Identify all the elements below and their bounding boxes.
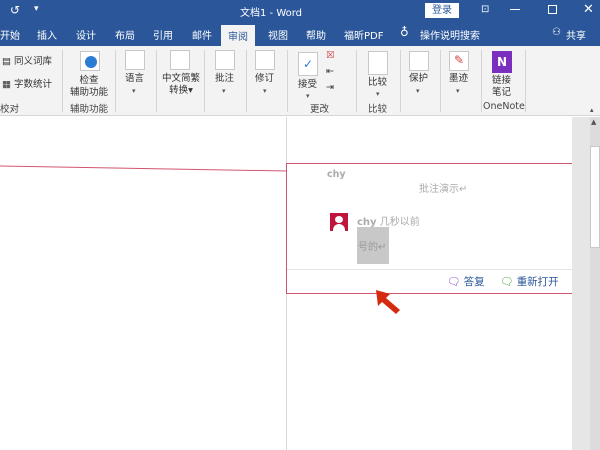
compare-icon — [368, 51, 388, 75]
collapse-ribbon-icon[interactable]: ▴ — [590, 106, 594, 114]
lightbulb-icon: ♁ — [400, 25, 409, 39]
language-icon — [125, 50, 145, 70]
comment-balloon[interactable]: chy 批注演示↵ chy 几秒以前 号的↵ 🗨 答复 🗨 重新打开 — [286, 163, 573, 294]
accept-icon: ✓ — [298, 52, 318, 76]
reply-icon: 🗨 — [447, 276, 461, 288]
thesaurus-label: 同义词库 — [14, 56, 53, 67]
ribbon-tabs: 开始 插入 设计 布局 引用 邮件 审阅 视图 帮助 福昕PDF ♁ 操作说明搜… — [0, 22, 600, 46]
reopen-button[interactable]: 🗨 重新打开 — [500, 274, 559, 289]
onenote-icon: N — [492, 51, 512, 73]
ribbon-display-icon[interactable]: ⊡ — [481, 4, 489, 15]
protect-button[interactable]: 保护 — [409, 73, 428, 85]
avatar — [330, 213, 348, 231]
ink-button[interactable]: 墨迹 — [449, 73, 468, 85]
title-bar: ↺ ▾ 文档1 - Word 登录 ⊡ ✕ — [0, 0, 600, 22]
ribbon: ▤ 同义词库 ▦ 字数统计 校对 检查 辅助功能 辅助功能 语言 ▾ 中文简繁 转换… — [0, 46, 600, 116]
scroll-up-icon[interactable]: ▲ — [591, 118, 596, 126]
accessibility-line1: 检查 — [79, 75, 99, 86]
ink-icon: ✎ — [449, 51, 469, 71]
chinese-line1: 中文简繁 — [162, 73, 201, 84]
word-count-button[interactable]: ▦ 字数统计 — [2, 79, 52, 91]
tell-me-search[interactable]: 操作说明搜索 — [420, 27, 480, 42]
language-button[interactable]: 语言 — [125, 73, 144, 85]
reply-highlight: 号的↵ — [357, 227, 389, 264]
thesaurus-button[interactable]: ▤ 同义词库 — [2, 56, 52, 68]
comment-text: 批注演示↵ — [419, 184, 468, 195]
comment-author: chy — [327, 169, 346, 180]
group-compare: 比较 — [368, 104, 388, 115]
tab-insert[interactable]: 插入 — [37, 27, 57, 42]
previous-change-icon[interactable]: ⇤ — [326, 66, 334, 78]
share-button[interactable]: 共享 — [566, 27, 586, 42]
accessibility-line2: 辅助功能 — [70, 87, 109, 98]
tab-foxit-pdf[interactable]: 福昕PDF — [344, 27, 383, 42]
login-button[interactable]: 登录 — [425, 3, 459, 18]
group-accessibility: 辅助功能 — [70, 104, 109, 115]
accessibility-icon — [80, 51, 100, 71]
chinese-conversion-icon — [170, 50, 190, 70]
protect-icon — [409, 51, 429, 71]
scrollbar-thumb[interactable] — [590, 146, 600, 248]
comment-icon — [215, 50, 235, 70]
group-onenote: OneNote — [483, 101, 525, 112]
tracking-button[interactable]: 修订 — [255, 73, 274, 85]
track-changes-icon — [255, 50, 275, 70]
onenote-line2: 笔记 — [492, 87, 512, 98]
group-changes: 更改 — [310, 104, 330, 115]
onenote-line1: 链接 — [492, 75, 512, 86]
maximize-icon[interactable] — [548, 5, 557, 14]
word-count-label: 字数统计 — [14, 79, 53, 90]
reopen-icon: 🗨 — [500, 276, 514, 288]
reopen-label: 重新打开 — [516, 276, 559, 288]
chinese-line2: 转换 — [169, 85, 189, 96]
comment-connector-line — [0, 165, 288, 172]
check-accessibility-button[interactable]: 检查 辅助功能 — [70, 75, 108, 99]
reply-label: 答复 — [463, 276, 485, 288]
reply-text[interactable]: 号的↵ — [358, 238, 386, 253]
tab-review[interactable]: 审阅 — [221, 25, 255, 46]
tab-references[interactable]: 引用 — [153, 27, 173, 42]
red-arrow-annotation — [376, 290, 400, 314]
next-change-icon[interactable]: ⇥ — [326, 82, 334, 94]
tab-mailings[interactable]: 邮件 — [192, 27, 212, 42]
minimize-icon[interactable] — [510, 9, 520, 10]
tab-design[interactable]: 设计 — [76, 27, 96, 42]
vertical-scrollbar[interactable]: ▲ — [590, 117, 600, 450]
person-icon: ⚇ — [552, 27, 561, 38]
group-proofing: 校对 — [0, 104, 20, 115]
customize-qat-icon[interactable]: ▾ — [34, 4, 39, 14]
gutter — [572, 117, 590, 450]
reply-header: chy 几秒以前 — [357, 213, 420, 228]
tab-layout[interactable]: 布局 — [115, 27, 135, 42]
reject-icon[interactable]: ☒ — [326, 50, 335, 62]
tab-view[interactable]: 视图 — [268, 27, 288, 42]
window-title: 文档1 - Word — [240, 8, 303, 19]
linked-notes-button[interactable]: 链接 笔记 — [492, 75, 511, 99]
accept-button[interactable]: 接受 — [298, 79, 317, 91]
reply-button[interactable]: 🗨 答复 — [447, 274, 485, 289]
comments-button[interactable]: 批注 — [215, 73, 234, 85]
chinese-conversion-button[interactable]: 中文简繁 转换▾ — [162, 73, 200, 97]
compare-button[interactable]: 比较 — [368, 77, 387, 89]
undo-icon[interactable]: ↺ — [10, 3, 20, 17]
close-icon[interactable]: ✕ — [583, 2, 594, 17]
tab-home[interactable]: 开始 — [0, 27, 20, 42]
tab-help[interactable]: 帮助 — [306, 27, 326, 42]
